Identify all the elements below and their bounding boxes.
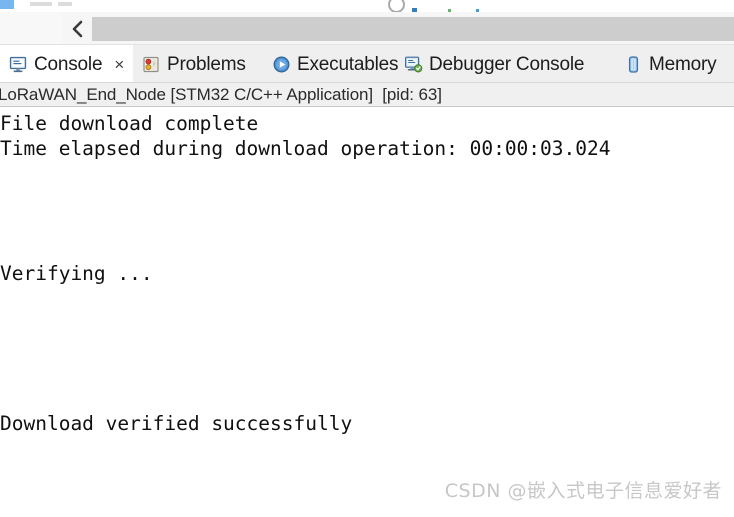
clipped-toolbar-icon [388, 0, 405, 12]
executables-play-icon [272, 55, 291, 74]
scroll-left-button[interactable] [62, 12, 92, 45]
toolbar-left-pad [0, 12, 63, 45]
console-output-text: File download complete Time elapsed duri… [0, 112, 611, 435]
tab-label: Debugger Console [429, 53, 585, 75]
tab-memory[interactable]: Memory [615, 45, 734, 83]
tab-problems[interactable]: Problems [133, 45, 263, 83]
debugger-console-icon [404, 55, 423, 74]
view-toolbar [0, 12, 734, 45]
tab-debugger-console[interactable]: Debugger Console [395, 45, 615, 83]
chevron-left-icon [70, 20, 84, 38]
memory-chip-icon [624, 55, 643, 74]
tab-label: Problems [167, 53, 246, 75]
tab-label: Memory [649, 53, 717, 75]
process-label-text: LoRaWAN_End_Node [STM32 C/C++ Applicatio… [0, 85, 442, 104]
tab-label: Executables [297, 53, 399, 75]
tab-label: Console [34, 53, 103, 75]
problems-warning-icon [142, 55, 161, 74]
tab-console[interactable]: Console × [0, 45, 133, 83]
console-output-area[interactable]: File download complete Time elapsed duri… [0, 107, 734, 517]
process-launch-label: LoRaWAN_End_Node [STM32 C/C++ Applicatio… [0, 83, 734, 107]
tab-executables[interactable]: Executables [263, 45, 399, 83]
csdn-watermark: CSDN @嵌入式电子信息爱好者 [444, 480, 722, 502]
toolbar-gray-strip [92, 17, 734, 41]
view-tab-bar: Console × Problems Executables Debugger … [0, 45, 734, 83]
clipped-editor-strip [0, 0, 734, 12]
console-monitor-icon [9, 55, 28, 74]
ghost-text-fragment [30, 2, 52, 6]
selection-fragment [0, 0, 14, 9]
close-icon[interactable]: × [108, 56, 126, 73]
eclipse-console-view: Console × Problems Executables Debugger … [0, 0, 734, 517]
ghost-text-fragment [58, 2, 72, 6]
